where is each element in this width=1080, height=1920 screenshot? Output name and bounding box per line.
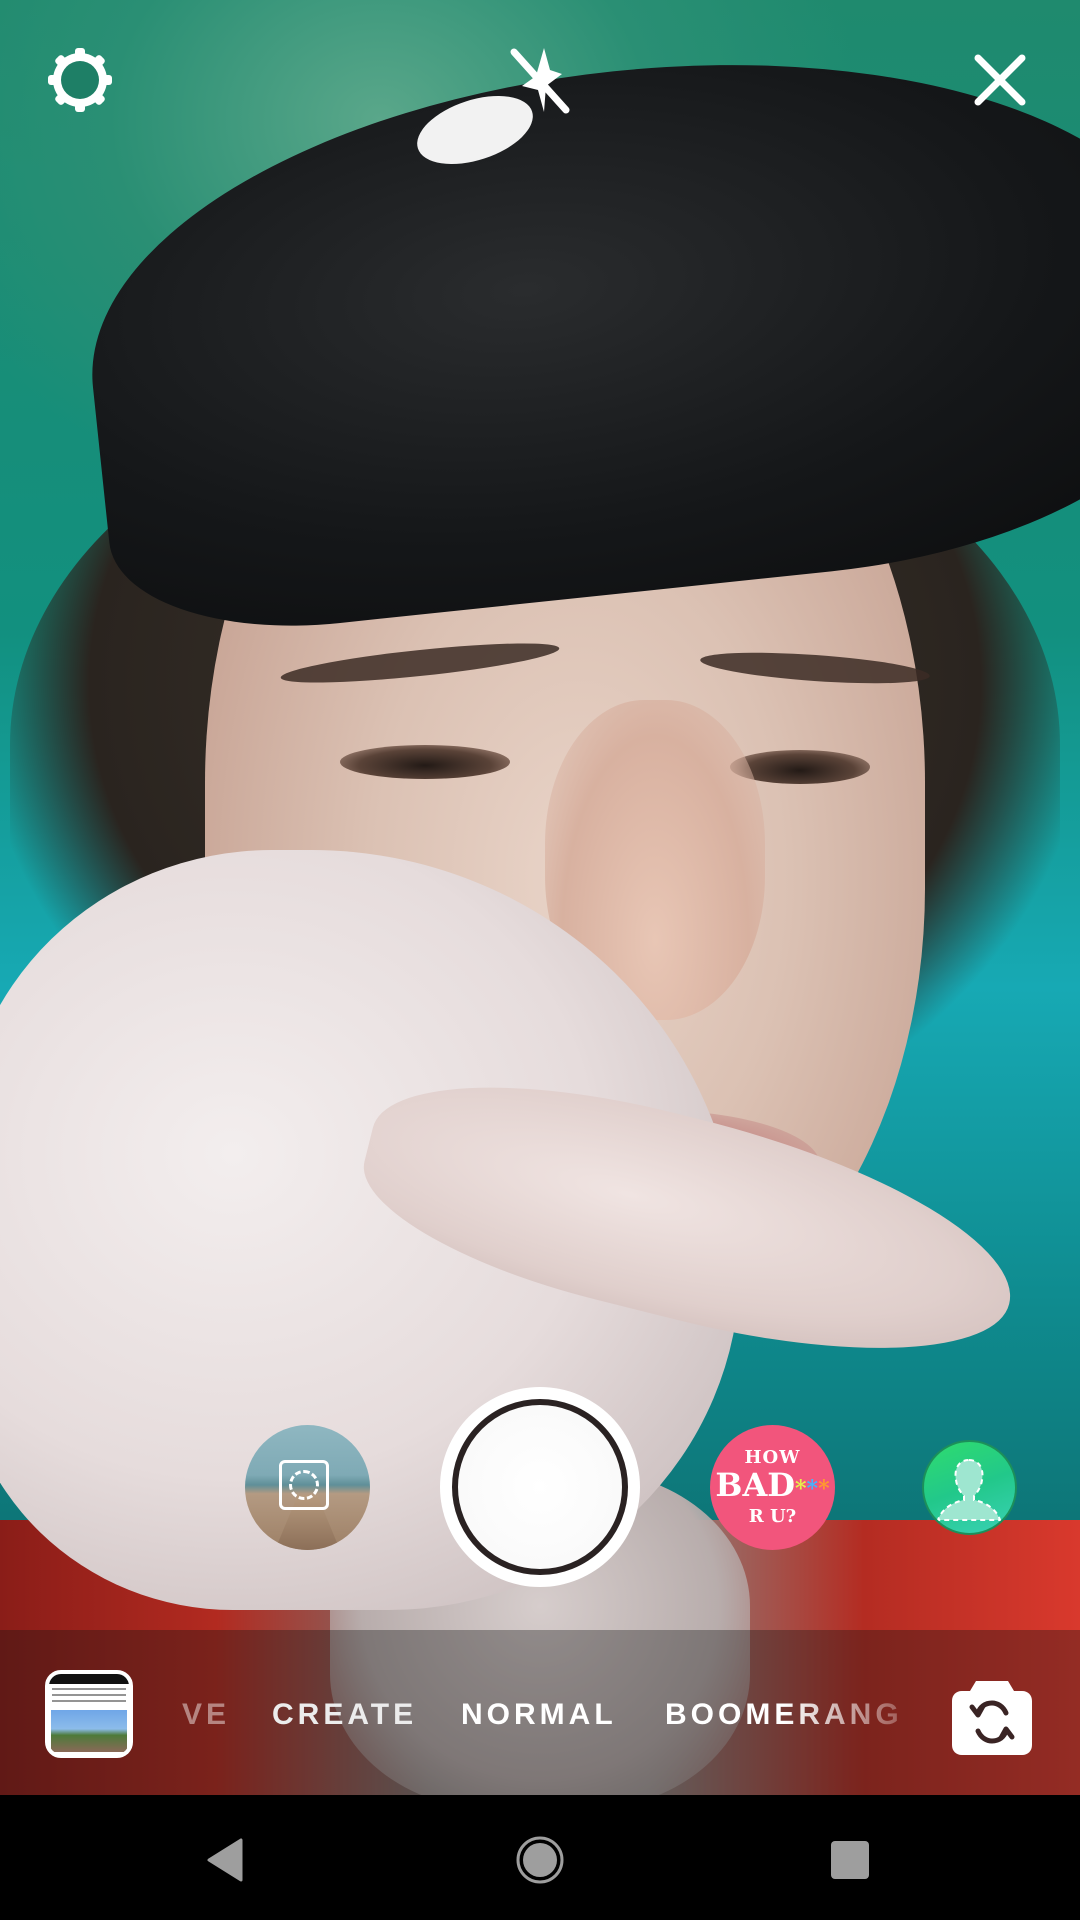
flash-toggle-button[interactable]: [500, 40, 580, 120]
flip-camera-button[interactable]: [950, 1675, 1034, 1757]
nav-back-button[interactable]: [195, 1830, 255, 1890]
thumb-statusbar: [49, 1674, 129, 1684]
effect-photo-button[interactable]: [245, 1425, 370, 1550]
system-navigation-bar: [0, 1795, 1080, 1920]
mode-boomerang[interactable]: BOOMERANG: [665, 1690, 903, 1740]
settings-button[interactable]: [40, 40, 120, 120]
flip-camera-icon: [952, 1681, 1032, 1755]
shutter-button[interactable]: [440, 1387, 640, 1587]
person-silhouette-icon: [936, 1458, 1002, 1521]
sticker-star-orange: *: [818, 1475, 830, 1502]
mode-create[interactable]: CREATE: [272, 1690, 417, 1740]
effect-sticker-button[interactable]: HOW BAD*** R U?: [710, 1425, 835, 1550]
mode-selector[interactable]: VE CREATE NORMAL BOOMERANG: [0, 1690, 1080, 1740]
shutter-inner: [452, 1399, 628, 1575]
sticker-star-blue: *: [806, 1475, 819, 1502]
mode-live[interactable]: VE: [182, 1690, 230, 1740]
back-icon: [207, 1838, 243, 1882]
nav-recents-button[interactable]: [820, 1830, 880, 1890]
home-icon: [516, 1836, 564, 1884]
nav-home-button[interactable]: [510, 1830, 570, 1890]
effect-avatar-button[interactable]: [922, 1440, 1017, 1535]
sticker-bad: BAD: [715, 1465, 796, 1504]
close-icon: [974, 54, 1026, 106]
photo-left-eye: [340, 745, 510, 779]
mode-normal[interactable]: NORMAL: [461, 1690, 617, 1740]
sticker-line-2: BAD***: [715, 1468, 829, 1506]
sticker-star-yellow: *: [795, 1475, 807, 1502]
recents-icon: [831, 1841, 869, 1879]
close-button[interactable]: [960, 40, 1040, 120]
dashed-circle-icon: [289, 1470, 319, 1500]
gear-icon: [48, 48, 112, 112]
flash-off-icon: [510, 48, 570, 114]
sticker-line-1: HOW: [744, 1446, 801, 1468]
sticker-line-3: R U?: [748, 1505, 797, 1527]
